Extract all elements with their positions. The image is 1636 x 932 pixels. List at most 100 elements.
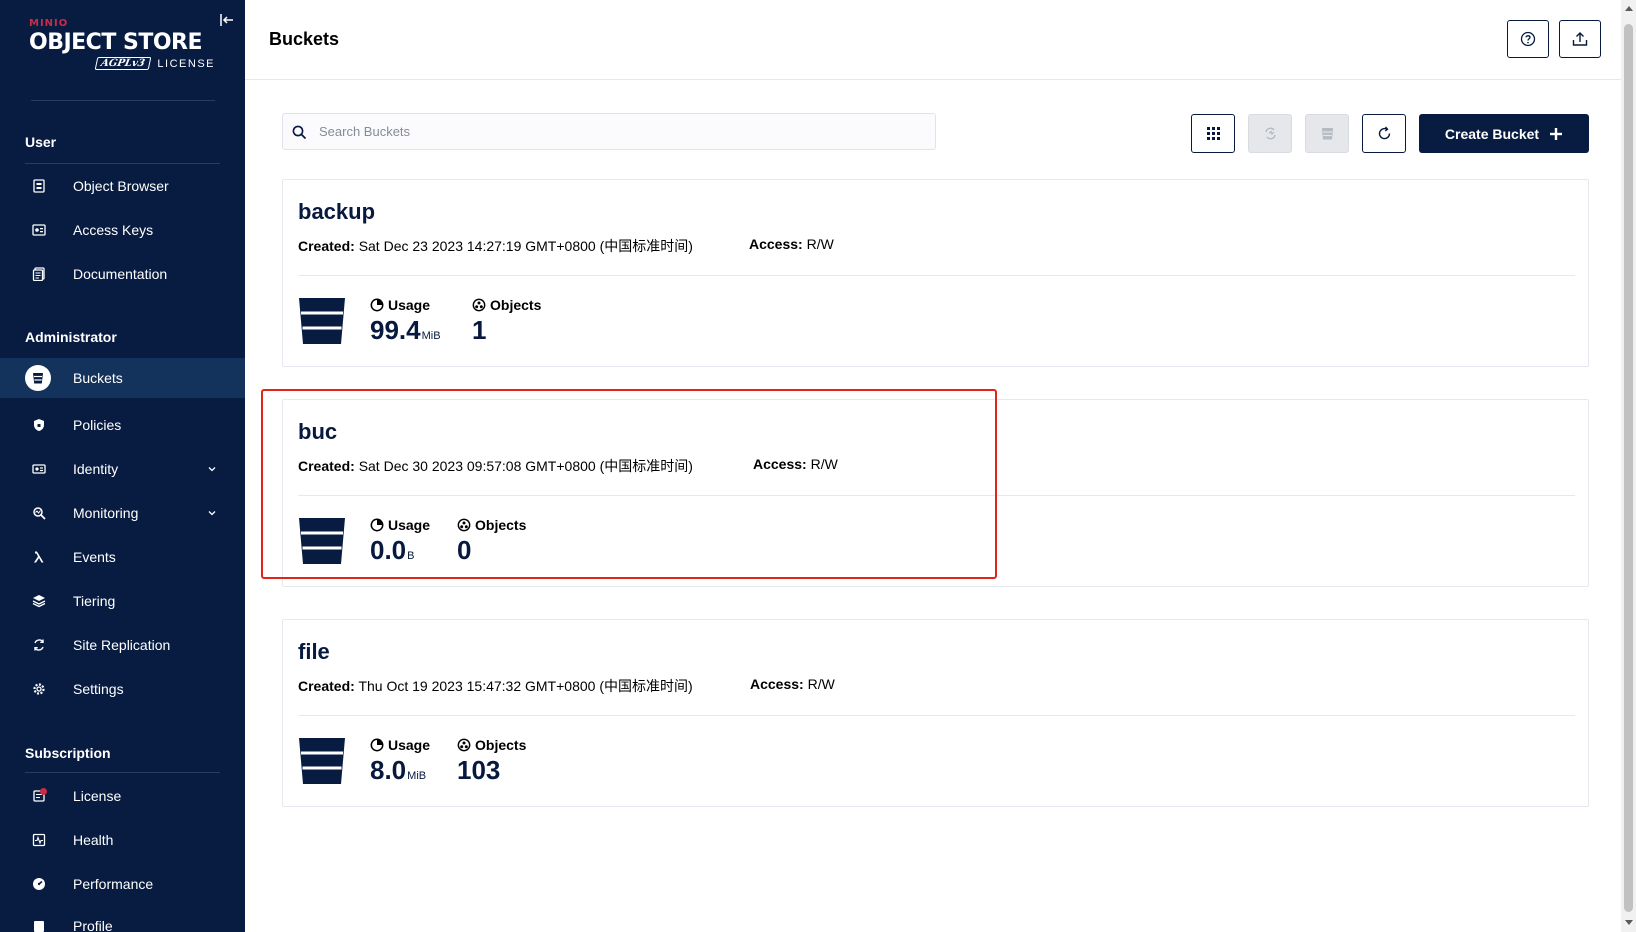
sidebar-item-label: Documentation: [73, 266, 168, 282]
page-header: Buckets: [245, 0, 1621, 80]
usage-unit: MiB: [407, 770, 427, 782]
bucket-access: Access: R/W: [753, 456, 838, 472]
settings-icon: [31, 681, 47, 697]
usage-value: 8.0: [370, 755, 407, 785]
sidebar-item-label: Monitoring: [73, 505, 139, 521]
grid-view-button[interactable]: [1191, 114, 1235, 153]
sidebar-item-site-replication[interactable]: Site Replication: [0, 625, 245, 665]
sidebar-item-documentation[interactable]: Documentation: [0, 254, 245, 294]
sidebar-item-tiering[interactable]: Tiering: [0, 581, 245, 621]
objects-label: Objects: [475, 517, 527, 533]
agpl-badge: AGPLv3: [94, 57, 151, 70]
create-bucket-button[interactable]: Create Bucket: [1419, 114, 1589, 153]
scroll-up-arrow-icon[interactable]: [1625, 6, 1633, 11]
lambda-icon: [31, 549, 47, 565]
bucket-access: Access: R/W: [749, 236, 834, 252]
created-label: Created:: [298, 458, 355, 474]
bucket-card-buc[interactable]: buc Created: Sat Dec 30 2023 09:57:08 GM…: [282, 399, 1589, 587]
upload-button[interactable]: [1559, 20, 1601, 58]
objects-icon: [457, 738, 471, 752]
chevron-down-icon[interactable]: [206, 507, 218, 519]
objects-label: Objects: [490, 297, 542, 313]
access-label: Access:: [749, 236, 803, 252]
policies-icon: [31, 417, 47, 433]
created-label: Created:: [298, 678, 355, 694]
page-title: Buckets: [269, 29, 340, 49]
bucket-card-backup[interactable]: backup Created: Sat Dec 23 2023 14:27:19…: [282, 179, 1589, 367]
bucket-created: Created: Sat Dec 30 2023 09:57:08 GMT+08…: [298, 456, 693, 476]
minio-logo[interactable]: MINIO OBJECT STORE AGPLv3 LICENSE: [29, 18, 219, 70]
sidebar-item-performance[interactable]: Performance: [0, 864, 245, 904]
objects-value: 0: [457, 535, 472, 565]
search-box[interactable]: [282, 113, 936, 150]
refresh-icon: [1378, 126, 1390, 140]
sidebar: MINIO OBJECT STORE AGPLv3 LICENSE User O…: [0, 0, 245, 932]
sidebar-item-label: Access Keys: [73, 222, 154, 238]
bucket-name[interactable]: file: [298, 639, 330, 665]
grid-view-icon: [1206, 127, 1220, 140]
refresh-button[interactable]: [1362, 114, 1406, 153]
access-value: R/W: [806, 236, 834, 252]
objects-label: Objects: [475, 737, 527, 753]
sidebar-item-access-keys[interactable]: Access Keys: [0, 210, 245, 250]
sidebar-item-object-browser[interactable]: Object Browser: [0, 166, 245, 206]
sidebar-item-health[interactable]: Health: [0, 820, 245, 860]
bucket-card-file[interactable]: file Created: Thu Oct 19 2023 15:47:32 G…: [282, 619, 1589, 807]
usage-label: Usage: [388, 297, 431, 313]
usage-stat: Usage 0.0B: [370, 517, 430, 566]
plus-icon: [1550, 127, 1563, 140]
sidebar-item-settings[interactable]: Settings: [0, 669, 245, 709]
sidebar-item-monitoring[interactable]: Monitoring: [0, 493, 245, 533]
sidebar-item-events[interactable]: Events: [0, 537, 245, 577]
usage-pie-icon: [370, 738, 384, 752]
performance-icon: [31, 876, 47, 892]
set-replication-button[interactable]: [1248, 114, 1292, 153]
sidebar-item-label: Site Replication: [73, 637, 171, 653]
section-title-subscription: Subscription: [25, 745, 111, 761]
created-value: Sat Dec 23 2023 14:27:19 GMT+0800 (中国标准时…: [358, 238, 693, 254]
logo-brand-small: MINIO: [29, 18, 69, 29]
sidebar-item-profile[interactable]: Profile: [0, 906, 245, 932]
site-replication-icon: [31, 637, 47, 653]
usage-pie-icon: [370, 518, 384, 532]
usage-unit: B: [407, 550, 415, 562]
divider: [31, 100, 215, 101]
bucket-name[interactable]: backup: [298, 199, 375, 225]
sidebar-item-label: Settings: [73, 681, 124, 697]
sidebar-item-license[interactable]: License: [0, 776, 245, 816]
sidebar-item-label: License: [73, 788, 122, 804]
access-label: Access:: [753, 456, 807, 472]
access-value: R/W: [807, 676, 835, 692]
sidebar-item-buckets[interactable]: Buckets: [0, 358, 245, 398]
divider: [298, 715, 1575, 716]
usage-stat: Usage 8.0MiB: [370, 737, 430, 786]
sidebar-item-label: Policies: [73, 417, 122, 433]
bucket-name[interactable]: buc: [298, 419, 337, 445]
scrollbar-thumb[interactable]: [1624, 24, 1633, 912]
bucket-access: Access: R/W: [750, 676, 835, 692]
sidebar-item-label: Events: [73, 549, 116, 565]
sidebar-item-label: Tiering: [73, 593, 116, 609]
upload-icon: [1572, 32, 1588, 46]
help-icon: [1520, 31, 1536, 47]
access-label: Access:: [750, 676, 804, 692]
notification-badge: [40, 788, 47, 795]
objects-value: 1: [472, 315, 487, 345]
search-input[interactable]: [319, 114, 919, 149]
sidebar-item-label: Profile: [73, 918, 113, 932]
scroll-down-arrow-icon[interactable]: [1625, 920, 1633, 925]
objects-stat: Objects 1: [472, 297, 541, 346]
chevron-down-icon[interactable]: [206, 463, 218, 475]
help-button[interactable]: [1507, 20, 1549, 58]
set-lifecycle-button[interactable]: [1305, 114, 1349, 153]
sidebar-item-identity[interactable]: Identity: [0, 449, 245, 489]
access-keys-icon: [31, 222, 47, 238]
profile-icon: [31, 918, 47, 932]
usage-pie-icon: [370, 298, 384, 312]
collapse-sidebar-icon[interactable]: [219, 12, 235, 28]
vertical-scrollbar[interactable]: [1621, 0, 1636, 932]
sidebar-item-label: Health: [73, 832, 114, 848]
sidebar-item-policies[interactable]: Policies: [0, 405, 245, 445]
identity-icon: [31, 461, 47, 477]
objects-icon: [457, 518, 471, 532]
